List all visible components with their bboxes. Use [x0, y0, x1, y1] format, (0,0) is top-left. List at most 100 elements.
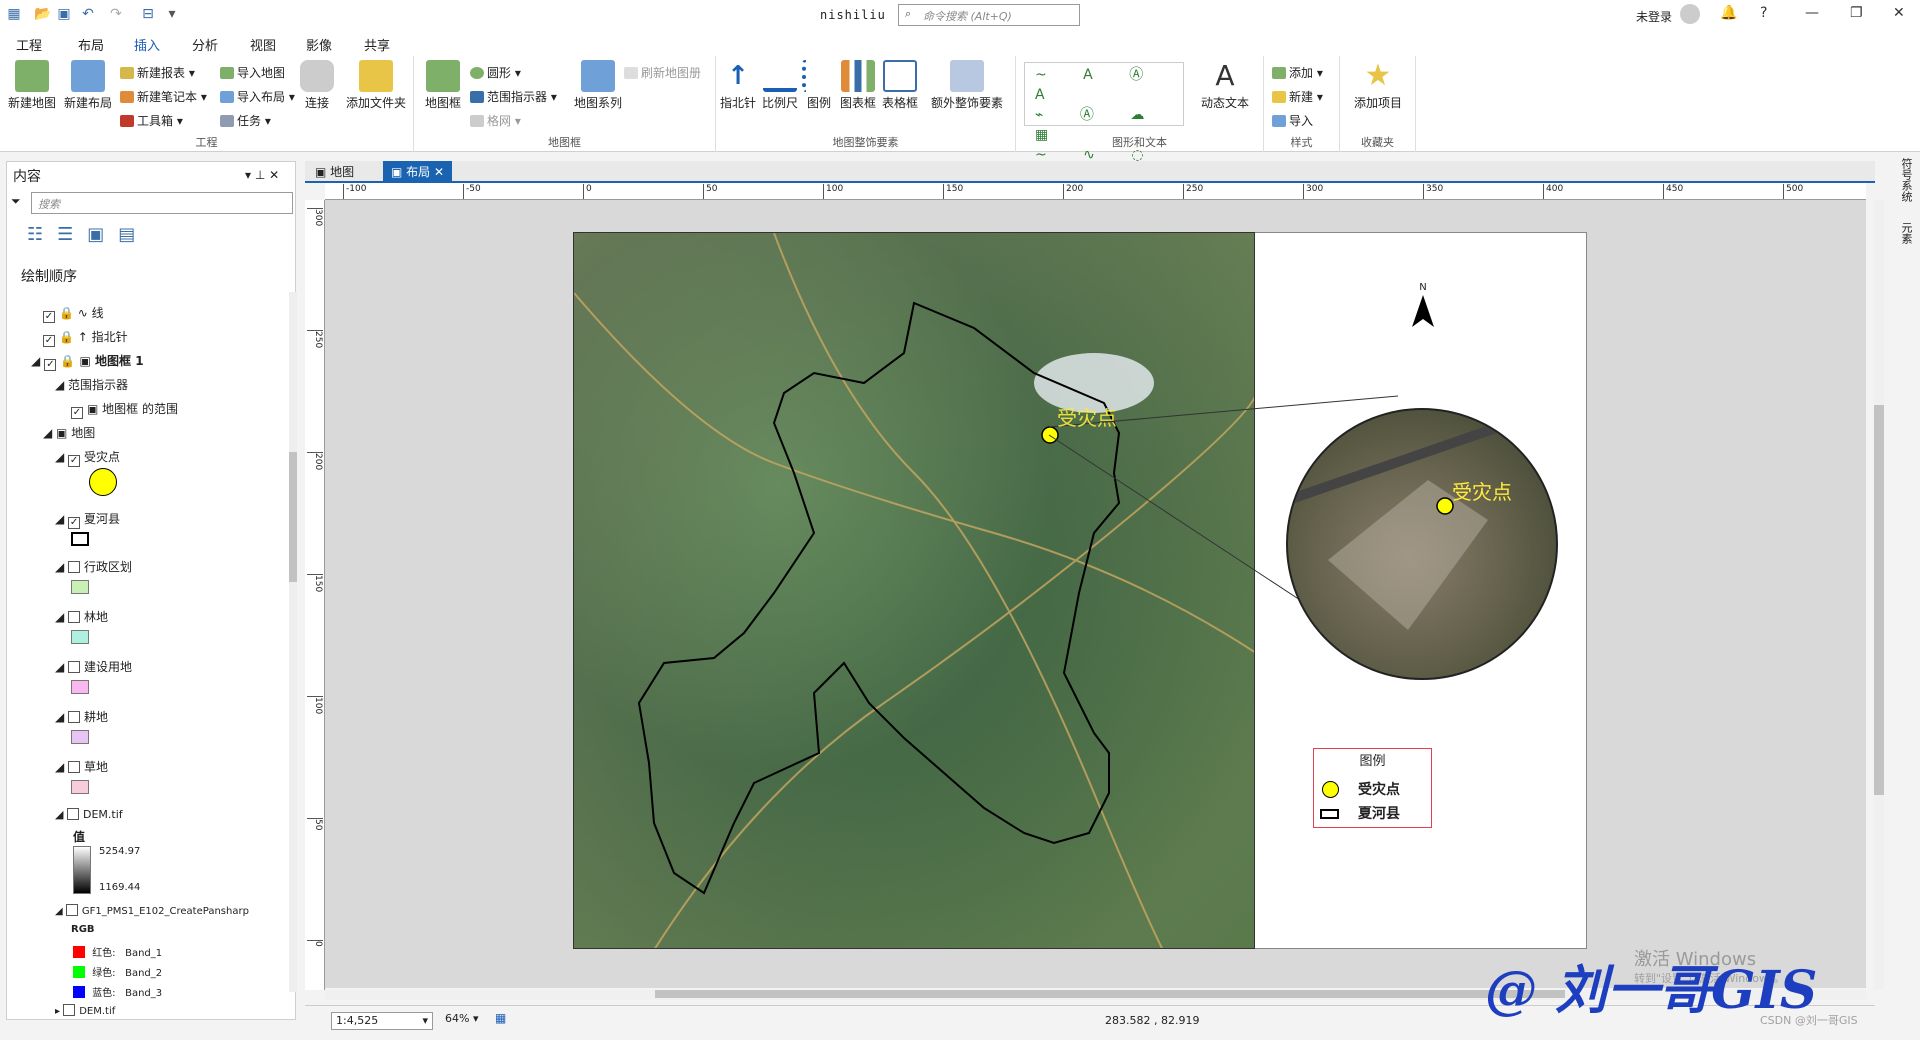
help-icon[interactable]: ? [1760, 5, 1767, 21]
layer-xiahe-county[interactable]: ◢ ✓ 夏河县 [55, 510, 120, 529]
new-notebook-button[interactable]: 新建笔记本 ▾ [120, 88, 207, 105]
legend[interactable]: 图例 受灾点 夏河县 [1313, 748, 1432, 828]
layer-checkbox[interactable] [68, 611, 81, 623]
layer-pansharp[interactable]: ◢ GF1_PMS1_E102_CreatePansharp [55, 904, 249, 917]
scale-bar-button[interactable]: 比例尺 [760, 60, 800, 111]
import-style-button[interactable]: 导入 [1272, 112, 1313, 129]
zoom-selector[interactable]: 64% ▾ [445, 1012, 478, 1025]
layer-checkbox[interactable]: ✓ [68, 455, 81, 467]
new-style-button[interactable]: 新建 ▾ [1272, 88, 1323, 105]
tool-dropdown-icon[interactable]: ⊟ [140, 6, 156, 22]
app-icon[interactable]: ▦ [6, 6, 22, 22]
close-tab-icon[interactable]: ✕ [434, 165, 444, 179]
disaster-point-symbol[interactable] [89, 468, 117, 496]
layer-dem-2[interactable]: ▸ DEM.tif [55, 1004, 115, 1017]
scrollbar-thumb[interactable] [289, 452, 297, 582]
minimize-icon[interactable]: — [1805, 5, 1819, 21]
shape-button[interactable]: 圆形 ▾ [470, 64, 521, 81]
import-map-button[interactable]: 导入地图 [220, 64, 285, 81]
view-toggle-icons[interactable]: ☷☰▣▤ [27, 224, 149, 245]
farmland-symbol[interactable] [71, 730, 89, 744]
layer-checkbox[interactable]: ✓ [68, 517, 81, 529]
admin-symbol[interactable] [71, 580, 89, 594]
contents-search-input[interactable]: 搜索 [31, 192, 293, 214]
command-search-input[interactable]: ⌕ 命令搜索 (Alt+Q) [898, 4, 1080, 26]
symbology-tab[interactable]: 符号系统 [1900, 158, 1913, 202]
dynamic-text-button[interactable]: A 动态文本 [1194, 60, 1256, 111]
snap-icon[interactable]: ▦ [495, 1011, 506, 1025]
refresh-mapbook-button[interactable]: 刷新地图册 [624, 64, 701, 81]
inset-disaster-point[interactable] [1436, 497, 1454, 515]
elements-tab[interactable]: 元素 [1900, 222, 1913, 244]
north-arrow[interactable]: N [1408, 282, 1438, 334]
layer-checkbox[interactable] [65, 904, 78, 916]
layer-extent-indicator[interactable]: ◢ 范围指示器 [55, 376, 128, 393]
map-series-button[interactable]: 地图系列 [566, 60, 630, 111]
extent-indicator-button[interactable]: 范围指示器 ▾ [470, 88, 557, 105]
tab-share[interactable]: 共享 [364, 35, 390, 54]
tab-imagery[interactable]: 影像 [306, 35, 332, 54]
graphics-gallery[interactable]: ~ A Ⓐ A⌁ Ⓐ ☁ ▦~ ∿ ◌ ◠ [1024, 62, 1184, 183]
layer-disaster-point[interactable]: ◢ ✓ 受灾点 [55, 448, 120, 467]
layer-north-arrow[interactable]: ✓ 🔒 ↑ 指北针 [43, 328, 128, 347]
layer-extent[interactable]: ✓ ▣ 地图框 的范围 [71, 400, 178, 419]
tab-view[interactable]: 视图 [250, 35, 276, 54]
layer-map-frame[interactable]: ◢ ✓ 🔒 ▣ 地图框 1 [31, 352, 144, 371]
new-report-button[interactable]: 新建报表 ▾ [120, 64, 195, 81]
redo-icon[interactable]: ↷ [108, 6, 124, 22]
inset-map-frame[interactable]: 受灾点 [1286, 408, 1558, 680]
layer-checkbox[interactable] [68, 711, 81, 723]
xiahe-symbol[interactable] [71, 532, 89, 546]
table-frame-button[interactable]: 表格框 [880, 60, 920, 111]
import-layout-button[interactable]: 导入布局 ▾ [220, 88, 295, 105]
add-folder-button[interactable]: 添加文件夹 [342, 60, 410, 111]
task-button[interactable]: 任务 ▾ [220, 112, 271, 129]
tab-layout-view[interactable]: ▣ 布局 ✕ [383, 161, 453, 181]
open-folder-icon[interactable]: 📂 [34, 6, 51, 22]
maximize-icon[interactable]: ❐ [1850, 5, 1863, 21]
new-layout-button[interactable]: 新建布局 [60, 60, 116, 111]
layer-checkbox[interactable]: ✓ [71, 407, 83, 419]
customize-icon[interactable]: ▾ [164, 6, 180, 22]
tab-map-view[interactable]: ▣ 地图 [307, 161, 362, 181]
layer-forest[interactable]: ◢ 林地 [55, 608, 108, 625]
v-scroll-thumb[interactable] [1874, 405, 1884, 795]
map-frame-button[interactable]: 地图框 [418, 60, 468, 111]
forest-symbol[interactable] [71, 630, 89, 644]
grassland-symbol[interactable] [71, 780, 89, 794]
tab-layout[interactable]: 布局 [78, 35, 104, 54]
layer-farmland[interactable]: ◢ 耕地 [55, 708, 108, 725]
grid-button[interactable]: 格网 ▾ [470, 112, 521, 129]
h-scroll-thumb[interactable] [655, 990, 1565, 998]
layer-dem[interactable]: ◢ DEM.tif [55, 808, 123, 821]
extra-surround-button[interactable]: 额外整饰要素 [922, 60, 1012, 111]
layer-checkbox[interactable] [66, 808, 79, 820]
layer-checkbox[interactable]: ✓ [44, 359, 57, 371]
construction-symbol[interactable] [71, 680, 89, 694]
new-map-button[interactable]: 新建地图 [4, 60, 60, 111]
vertical-scrollbar[interactable] [1874, 200, 1884, 990]
legend-button[interactable]: 图例 [802, 60, 836, 111]
add-style-button[interactable]: 添加 ▾ [1272, 64, 1323, 81]
scale-selector[interactable]: 1:4,525 ▾ [331, 1012, 433, 1030]
save-icon[interactable]: ▣ [56, 6, 72, 22]
toolbox-button[interactable]: 工具箱 ▾ [120, 112, 183, 129]
pane-options-icon[interactable]: ▾ ⊥ ✕ [245, 168, 279, 182]
layer-checkbox[interactable]: ✓ [43, 335, 55, 347]
connect-button[interactable]: 连接 [296, 60, 338, 111]
layer-checkbox[interactable]: ✓ [43, 311, 55, 323]
layer-construction[interactable]: ◢ 建设用地 [55, 658, 132, 675]
close-icon[interactable]: ✕ [1893, 5, 1905, 21]
north-arrow-button[interactable]: ↑ 指北针 [718, 60, 758, 111]
dem-ramp[interactable] [73, 846, 91, 894]
layer-checkbox[interactable] [63, 1004, 76, 1016]
layer-checkbox[interactable] [68, 661, 81, 673]
undo-icon[interactable]: ↶ [80, 6, 96, 22]
avatar[interactable] [1680, 4, 1700, 24]
contents-scrollbar[interactable] [289, 292, 297, 992]
layer-line[interactable]: ✓ 🔒 ∿ 线 [43, 304, 104, 323]
layer-checkbox[interactable] [68, 561, 81, 573]
layer-grassland[interactable]: ◢ 草地 [55, 758, 108, 775]
notification-icon[interactable]: 🔔 [1720, 5, 1737, 21]
tab-analysis[interactable]: 分析 [192, 35, 218, 54]
